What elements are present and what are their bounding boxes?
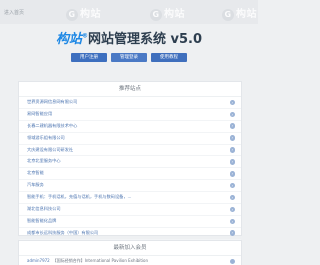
list-item[interactable]: 成都市长远科技服务（中国）有限公司 › xyxy=(19,228,241,240)
list-item[interactable]: 智能手机：手机话机，充值与话机，手机与数码设备，... › xyxy=(19,192,241,205)
new-members-panel: 最新加入会员 admin7972 【国际经销合作】International Pa… xyxy=(18,240,242,265)
recommended-sites-panel: 推荐站点 世界资源网信息网有限公司 › 易网智能应用 › 长春二建机器有限技术中心 ›… xyxy=(18,81,242,252)
admin-login-button[interactable]: 管理登录 xyxy=(111,53,147,62)
brand-name: 构站 xyxy=(55,32,82,47)
tutorial-button[interactable]: 使用教程 xyxy=(151,53,187,62)
panel-header: 最新加入会员 xyxy=(19,241,241,256)
list-item[interactable]: 大庆建设有限公司研发社 › xyxy=(19,145,241,157)
chevron-right-icon: › xyxy=(229,135,235,141)
watermark-logo: G 构站 xyxy=(222,5,257,21)
chevron-right-icon: › xyxy=(229,230,235,236)
watermark-logo: G 构站 xyxy=(66,5,101,21)
chevron-right-icon: › xyxy=(229,111,235,118)
watermark-logo: G 构站 xyxy=(150,5,185,21)
list-item[interactable]: 智能智能化品牌 › xyxy=(19,216,241,228)
page-title: 构站®网站管理系统 v5.0 xyxy=(0,28,258,47)
logo-icon: G xyxy=(66,9,78,21)
chevron-right-icon: › xyxy=(229,218,235,225)
panel-header: 推荐站点 xyxy=(19,82,241,97)
top-strip: 进入首页 G 构站 G 构站 G 构站 xyxy=(0,0,258,24)
list-item[interactable]: 北京智能 › xyxy=(19,168,241,181)
list-item[interactable]: 长春二建机器有限技术中心 › xyxy=(19,121,241,133)
list-item[interactable]: 易网智能应用 › xyxy=(19,109,241,121)
chevron-right-icon: › xyxy=(229,159,235,165)
chevron-right-icon: › xyxy=(229,99,235,106)
list-item[interactable]: 世界资源网信息网有限公司 › xyxy=(19,97,241,109)
home-link[interactable]: 进入首页 xyxy=(4,9,24,16)
chevron-right-icon: › xyxy=(229,194,235,201)
list-item[interactable]: 湖北信息科技公司 › xyxy=(19,204,241,216)
chevron-right-icon xyxy=(229,258,235,264)
chevron-right-icon: › xyxy=(229,171,235,177)
member-name: admin7972 xyxy=(27,258,50,263)
chevron-right-icon: › xyxy=(229,182,235,189)
logo-icon: G xyxy=(150,9,162,21)
member-row[interactable]: admin7972 【国际经销合作】International Pavilion … xyxy=(19,256,241,265)
list-item[interactable]: 领域游乐组有限公司 › xyxy=(19,133,241,145)
chevron-right-icon: › xyxy=(229,206,235,213)
chevron-right-icon: › xyxy=(229,147,235,153)
list-item[interactable]: 汽车服务 › xyxy=(19,180,241,193)
logo-icon: G xyxy=(222,9,234,21)
title-text: 网站管理系统 v5.0 xyxy=(87,32,203,47)
member-desc: 【国际经销合作】International Pavilion Exhibitio… xyxy=(52,258,149,263)
list-item[interactable]: 北京北里服务中心 › xyxy=(19,156,241,169)
chevron-right-icon: › xyxy=(229,123,235,129)
site-list: 世界资源网信息网有限公司 › 易网智能应用 › 长春二建机器有限技术中心 › 领域游乐… xyxy=(19,97,241,252)
page: 进入首页 G 构站 G 构站 G 构站 构站®网站管理系统 v5.0 用户注册 管理登… xyxy=(0,0,258,265)
register-button[interactable]: 用户注册 xyxy=(71,53,107,62)
